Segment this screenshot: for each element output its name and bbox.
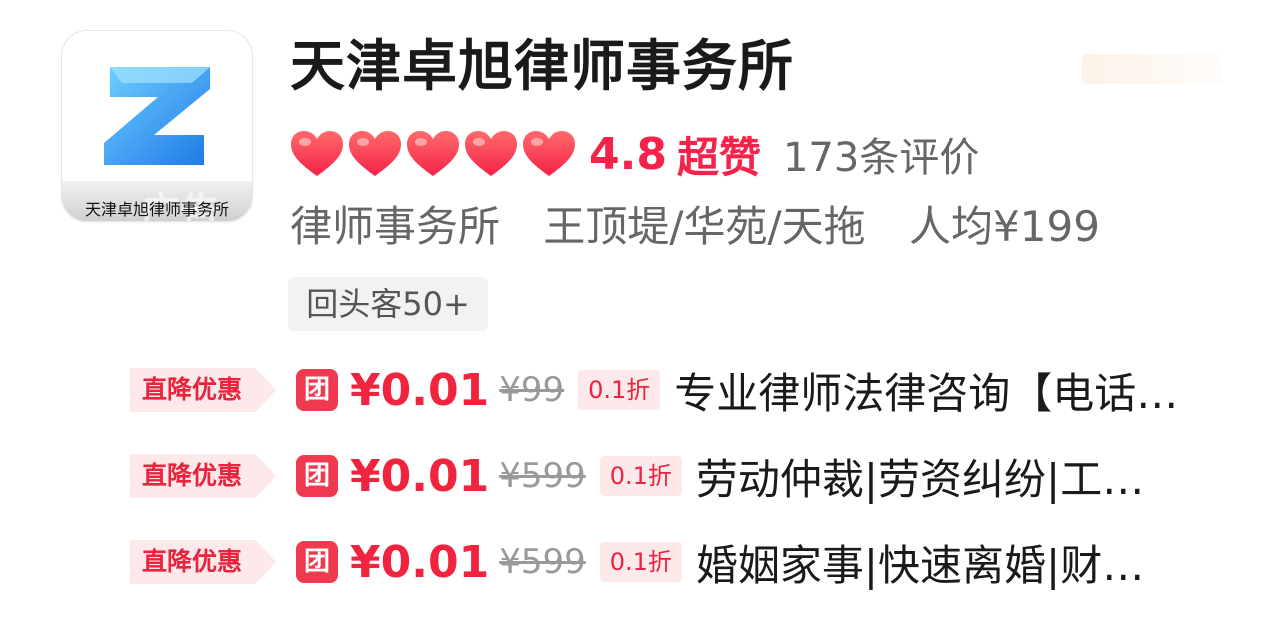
avg-price: 人均¥199 [909, 202, 1100, 251]
deal-item[interactable]: 直降优惠 团 ¥0.01 ¥99 0.1折 专业律师法律咨询【电话… [130, 360, 1178, 420]
discount-tag: 直降优惠 [130, 368, 277, 412]
original-price: ¥99 [499, 370, 565, 410]
discount-rate: 0.1折 [599, 542, 682, 582]
discount-tag: 直降优惠 [130, 454, 277, 498]
deal-item[interactable]: 直降优惠 团 ¥0.01 ¥599 0.1折 劳动仲裁|劳资纠纷|工… [130, 446, 1144, 506]
shop-logo[interactable]: 广告 天津卓旭律师事务所 [61, 30, 253, 222]
repeat-customer-tag: 回头客50+ [288, 277, 488, 331]
heart-icon [349, 131, 401, 176]
shop-info: 律师事务所 王顶堤/华苑/天拖 人均¥199 [290, 198, 1130, 256]
deal-price: ¥0.01 [350, 536, 490, 588]
deal-price: ¥0.01 [350, 450, 490, 502]
heart-icon [523, 131, 575, 176]
discount-tag: 直降优惠 [130, 540, 277, 584]
original-price: ¥599 [499, 542, 586, 582]
shop-title[interactable]: 天津卓旭律师事务所 [290, 30, 794, 102]
deal-item[interactable]: 直降优惠 团 ¥0.01 ¥599 0.1折 婚姻家事|快速离婚|财… [130, 532, 1144, 592]
rating-score: 4.8 [589, 128, 667, 180]
heart-icon [291, 131, 343, 176]
review-count[interactable]: 173条评价 [783, 125, 979, 183]
deal-name: 劳动仲裁|劳资纠纷|工… [695, 454, 1145, 504]
original-price: ¥599 [499, 456, 586, 496]
z-logo-icon [104, 67, 210, 165]
group-buy-icon: 团 [296, 369, 339, 411]
group-buy-icon: 团 [296, 455, 339, 497]
deal-price: ¥0.01 [350, 364, 490, 416]
heart-icon [407, 131, 459, 176]
faint-decoration [1082, 54, 1222, 84]
group-buy-icon: 团 [296, 541, 339, 583]
rating-label: 超赞 [676, 132, 761, 182]
shop-area: 王顶堤/华苑/天拖 [543, 202, 866, 251]
discount-rate: 0.1折 [578, 370, 661, 410]
logo-name: 天津卓旭律师事务所 [84, 200, 229, 219]
heart-icon [465, 131, 517, 176]
rating-row: 4.8 超赞 173条评价 [289, 126, 979, 182]
deal-name: 专业律师法律咨询【电话… [674, 368, 1179, 418]
shop-category: 律师事务所 [290, 202, 501, 251]
shop-card[interactable]: 广告 天津卓旭律师事务所 天津卓旭律师事务所 4.8 超赞 173条评价 律师事… [0, 0, 1284, 621]
discount-rate: 0.1折 [599, 456, 682, 496]
deal-name: 婚姻家事|快速离婚|财… [695, 540, 1145, 590]
rating-hearts [289, 129, 577, 179]
